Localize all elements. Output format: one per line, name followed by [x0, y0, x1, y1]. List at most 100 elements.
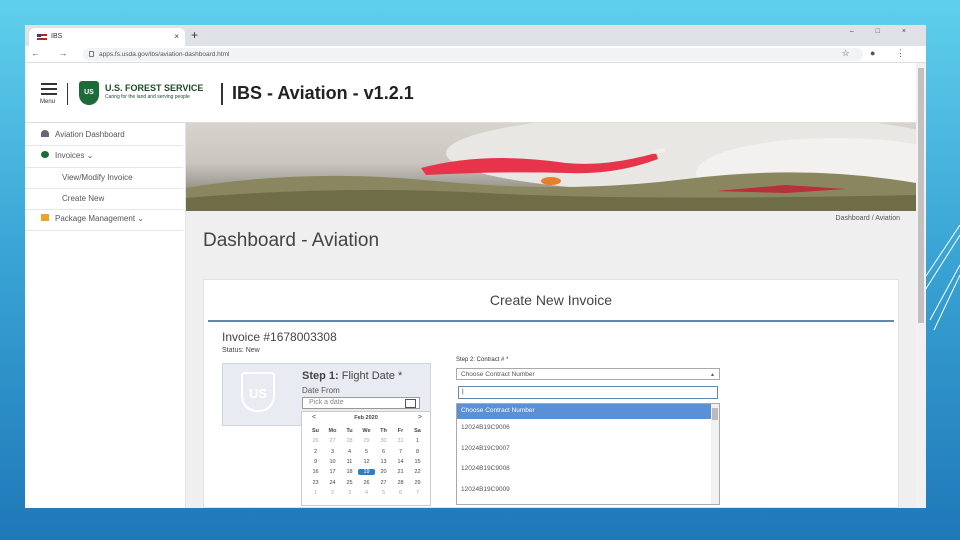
datepicker-day[interactable]: 16: [307, 469, 324, 475]
contract-select-value: Choose Contract Number: [461, 371, 535, 378]
pie-chart-icon: [41, 151, 49, 158]
datepicker-day[interactable]: 8: [409, 449, 426, 455]
shield-watermark-icon: US: [241, 372, 275, 412]
app-title: IBS - Aviation - v1.2.1: [232, 83, 414, 103]
page-scrollbar-thumb[interactable]: [918, 68, 924, 323]
datepicker-week-row: 2345678: [307, 447, 427, 457]
datepicker-day[interactable]: 20: [375, 469, 392, 475]
datepicker-day[interactable]: 13: [375, 459, 392, 465]
sidebar-item-label: Package Management: [55, 214, 136, 223]
window-controls[interactable]: – □ ×: [850, 28, 916, 35]
contract-option[interactable]: 12024B19C9008: [457, 460, 719, 481]
datepicker-popup: < Feb 2020 > Su Mo Tu We Th Fr Sa 26 27 28 29 30 31 1…: [301, 411, 431, 506]
datepicker-week-row: 26 27 28 29 30 31 1: [307, 436, 427, 446]
datepicker-day[interactable]: 26: [307, 438, 324, 444]
datepicker-day[interactable]: 26: [358, 480, 375, 486]
datepicker-day[interactable]: 19: [358, 469, 375, 476]
datepicker-day[interactable]: 22: [409, 469, 426, 475]
datepicker-day[interactable]: 18: [341, 469, 358, 475]
contract-options-list: Choose Contract Number 12024B19C9006 120…: [456, 403, 720, 505]
options-scrollbar[interactable]: [711, 404, 719, 504]
datepicker-day[interactable]: 9: [307, 459, 324, 465]
date-from-input[interactable]: Pick a date: [302, 397, 420, 409]
datepicker-day[interactable]: 6: [392, 490, 409, 496]
datepicker-day[interactable]: 29: [358, 438, 375, 444]
datepicker-day[interactable]: 28: [392, 480, 409, 486]
datepicker-day[interactable]: 27: [375, 480, 392, 486]
datepicker-day[interactable]: 28: [341, 438, 358, 444]
contract-option[interactable]: Choose Contract Number: [457, 404, 719, 419]
datepicker-day[interactable]: 31: [392, 438, 409, 444]
decorative-lines: [920, 225, 960, 331]
datepicker-day[interactable]: 1: [307, 490, 324, 496]
datepicker-day[interactable]: 27: [324, 438, 341, 444]
datepicker-day[interactable]: 1: [409, 438, 426, 444]
datepicker-weekday-row: Su Mo Tu We Th Fr Sa: [307, 426, 427, 436]
datepicker-week-row: 16 17 18 19 20 21 22: [307, 467, 427, 477]
datepicker-day[interactable]: 3: [324, 449, 341, 455]
datepicker-day[interactable]: 5: [375, 490, 392, 496]
contract-search-input[interactable]: |: [458, 386, 718, 399]
divider: [67, 83, 68, 105]
date-from-label: Date From: [302, 386, 340, 395]
page-title: Dashboard - Aviation: [203, 230, 380, 251]
card-title: Create New Invoice: [489, 292, 613, 308]
datepicker-day[interactable]: 7: [392, 449, 409, 455]
page-scrollbar[interactable]: [916, 63, 926, 508]
datepicker-day[interactable]: 30: [375, 438, 392, 444]
datepicker-grid: Su Mo Tu We Th Fr Sa 26 27 28 29 30 31 1 2 3 4 5 6 7 8 9 10 11 1…: [307, 426, 427, 498]
forest-service-shield-icon: US: [79, 81, 99, 105]
sidebar-item-label: Create New: [62, 194, 105, 203]
contract-select-current[interactable]: Choose Contract Number ▲: [456, 368, 720, 380]
datepicker-month[interactable]: Feb 2020: [302, 415, 430, 421]
sidebar-item-view-modify-invoice[interactable]: View/Modify Invoice: [25, 169, 183, 189]
folder-icon: [41, 214, 49, 221]
chevron-down-icon: ⌄: [137, 214, 144, 223]
sidebar-item-package-management[interactable]: Package Management ⌄: [25, 211, 183, 231]
datepicker-day[interactable]: 3: [341, 490, 358, 496]
weekday-label: Th: [380, 428, 387, 435]
browser-actions[interactable]: ☆ ● ⋮: [841, 48, 914, 59]
new-tab-button[interactable]: +: [191, 28, 198, 42]
chevron-down-icon: ⌄: [86, 151, 94, 160]
datepicker-day[interactable]: 7: [409, 490, 426, 496]
datepicker-day[interactable]: 17: [324, 469, 341, 475]
datepicker-day[interactable]: 6: [375, 449, 392, 455]
datepicker-day[interactable]: 4: [341, 449, 358, 455]
create-invoice-card: Create New Invoice Invoice #1678003308 S…: [203, 279, 899, 508]
datepicker-day[interactable]: 24: [324, 480, 341, 486]
calendar-icon[interactable]: [405, 399, 416, 408]
menu-label: Menu: [40, 99, 56, 105]
datepicker-day[interactable]: 15: [409, 459, 426, 465]
step1-text: Flight Date *: [338, 370, 403, 382]
datepicker-day[interactable]: 12: [358, 459, 375, 465]
sidebar-item-invoices[interactable]: Invoices ⌄: [25, 148, 183, 168]
datepicker-day[interactable]: 21: [392, 469, 409, 475]
browser-window: IBS × + – □ × ← → C apps.fs.usda.gov/ibs…: [25, 25, 926, 508]
browser-tab[interactable]: IBS ×: [29, 28, 185, 46]
next-month-button[interactable]: >: [418, 414, 422, 421]
sidebar-item-create-new[interactable]: Create New: [25, 190, 183, 210]
datepicker-day[interactable]: 5: [358, 449, 375, 455]
breadcrumb[interactable]: Dashboard / Aviation: [836, 215, 900, 222]
datepicker-day[interactable]: 25: [341, 480, 358, 486]
contract-option[interactable]: 12024B19C9009: [457, 481, 719, 502]
datepicker-day[interactable]: 23: [307, 480, 324, 486]
datepicker-day[interactable]: 2: [324, 490, 341, 496]
sidebar-item-aviation-dashboard[interactable]: Aviation Dashboard: [25, 127, 183, 146]
hamburger-icon[interactable]: [41, 83, 57, 98]
datepicker-day[interactable]: 10: [324, 459, 341, 465]
datepicker-day[interactable]: 2: [307, 449, 324, 455]
url-field[interactable]: apps.fs.usda.gov/ibs/aviation-dashboard.…: [83, 48, 863, 61]
datepicker-day[interactable]: 14: [392, 459, 409, 465]
datepicker-day[interactable]: 29: [409, 480, 426, 486]
contract-option[interactable]: 12024B19C9007: [457, 440, 719, 461]
weekday-label: Su: [311, 428, 320, 435]
options-scrollbar-thumb[interactable]: [712, 408, 718, 420]
datepicker-day[interactable]: 4: [358, 490, 375, 496]
datepicker-day[interactable]: 11: [341, 459, 358, 465]
tab-close-icon[interactable]: ×: [174, 32, 179, 41]
contract-option[interactable]: 12024B19C9006: [457, 419, 719, 440]
sidebar: Aviation Dashboard Invoices ⌄ View/Modif…: [25, 123, 186, 508]
datepicker-week-row: 1234567: [307, 488, 427, 498]
